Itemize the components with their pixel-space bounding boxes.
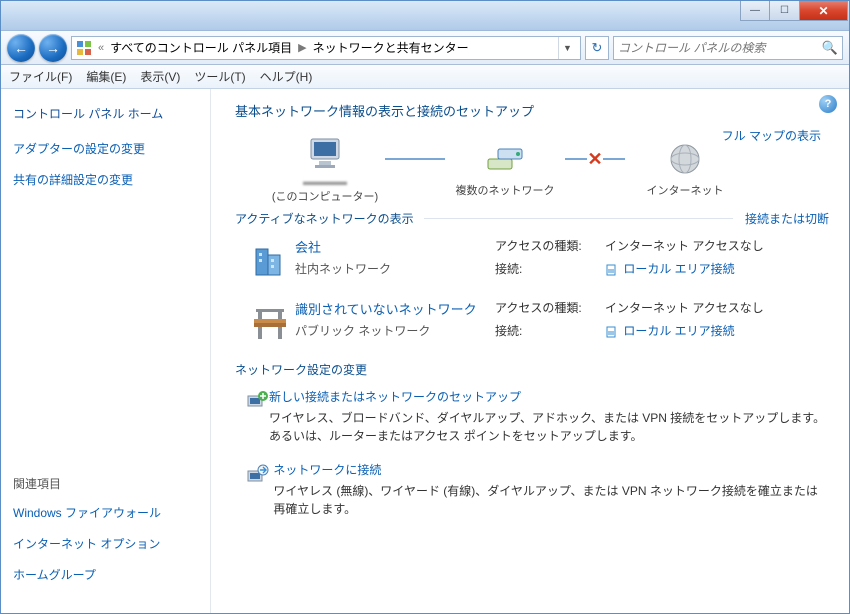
computer-icon	[304, 134, 346, 172]
netmap-node-networks[interactable]: 複数のネットワーク	[445, 140, 565, 198]
netmap-networks-label: 複数のネットワーク	[456, 182, 555, 198]
sidebar-link-firewall[interactable]: Windows ファイアウォール	[13, 504, 198, 521]
sidebar-link-homegroup[interactable]: ホームグループ	[13, 566, 198, 583]
active-networks-heading: アクティブなネットワークの表示 接続または切断	[235, 210, 829, 227]
task-new-connection-link[interactable]: 新しい接続またはネットワークのセットアップ	[269, 388, 829, 405]
menu-bar: ファイル(F) 編集(E) 表示(V) ツール(T) ヘルプ(H)	[1, 65, 849, 89]
breadcrumb-item-1[interactable]: すべてのコントロール パネル項目	[110, 39, 292, 56]
net2-conn-link[interactable]: ローカル エリア接続	[623, 324, 734, 338]
ethernet-icon	[605, 325, 617, 339]
breadcrumb-item-2[interactable]: ネットワークと共有センター	[313, 39, 469, 56]
menu-edit[interactable]: 編集(E)	[86, 68, 126, 85]
net1-access-value: インターネット アクセスなし	[605, 237, 764, 254]
task-new-connection: 新しい接続またはネットワークのセットアップ ワイヤレス、ブロードバンド、ダイヤル…	[245, 388, 829, 445]
sidebar-link-internet-options[interactable]: インターネット オプション	[13, 535, 198, 552]
window-titlebar: — ☐ ✕	[1, 1, 849, 31]
menu-file[interactable]: ファイル(F)	[9, 68, 72, 85]
maximize-button[interactable]: ☐	[770, 1, 800, 21]
menu-help[interactable]: ヘルプ(H)	[260, 68, 313, 85]
netmap-internet-label: インターネット	[647, 182, 724, 198]
search-icon[interactable]: 🔍	[822, 40, 838, 56]
task-connect-link[interactable]: ネットワークに接続	[273, 461, 829, 478]
active-networks-label: アクティブなネットワークの表示	[235, 210, 414, 227]
networks-icon	[484, 140, 526, 178]
menu-view[interactable]: 表示(V)	[140, 68, 180, 85]
net2-access-value: インターネット アクセスなし	[605, 299, 764, 316]
help-icon[interactable]: ?	[819, 95, 837, 113]
task-new-connection-desc: ワイヤレス、ブロードバンド、ダイヤルアップ、アドホック、または VPN 接続をセ…	[269, 409, 829, 445]
netmap-connector-broken: ✕	[565, 158, 625, 160]
net1-conn-link[interactable]: ローカル エリア接続	[623, 262, 734, 276]
task-connect: ネットワークに接続 ワイヤレス (無線)、ワイヤード (有線)、ダイヤルアップ、…	[245, 461, 829, 518]
netmap-node-computer[interactable]: ▬▬▬▬ (このコンピューター)	[265, 134, 385, 204]
breadcrumb-sep-icon[interactable]: ▶	[296, 41, 308, 54]
sidebar-home[interactable]: コントロール パネル ホーム	[13, 105, 198, 122]
breadcrumb[interactable]: « すべてのコントロール パネル項目 ▶ ネットワークと共有センター ▼	[71, 36, 581, 60]
task-connect-desc: ワイヤレス (無線)、ワイヤード (有線)、ダイヤルアップ、または VPN ネッ…	[273, 482, 829, 518]
network-card-company: 会社 社内ネットワーク アクセスの種類: インターネット アクセスなし 接続: …	[245, 237, 829, 283]
network-map: ▬▬▬▬ (このコンピューター) 複数のネットワーク ✕ インターネット	[265, 134, 829, 204]
net1-access-key: アクセスの種類:	[495, 237, 605, 254]
content-pane: ? 基本ネットワーク情報の表示と接続のセットアップ フル マップの表示 ▬▬▬▬…	[211, 89, 849, 613]
netmap-node-internet[interactable]: インターネット	[625, 140, 745, 198]
menu-tools[interactable]: ツール(T)	[194, 68, 245, 85]
network-settings-heading: ネットワーク設定の変更	[235, 361, 829, 378]
sidebar: コントロール パネル ホーム アダプターの設定の変更 共有の詳細設定の変更 関連…	[1, 89, 211, 613]
disconnect-x-icon: ✕	[587, 149, 602, 170]
back-button[interactable]: ←	[7, 34, 35, 62]
network-card-unidentified: 識別されていないネットワーク パブリック ネットワーク アクセスの種類: インタ…	[245, 299, 829, 345]
net1-subtitle: 社内ネットワーク	[295, 260, 495, 277]
control-panel-icon	[76, 40, 92, 56]
netmap-computer-sub: (このコンピューター)	[272, 188, 378, 204]
search-box[interactable]: 🔍	[613, 36, 843, 60]
sidebar-link-sharing-settings[interactable]: 共有の詳細設定の変更	[13, 171, 198, 188]
connect-disconnect-link[interactable]: 接続または切断	[745, 210, 829, 227]
full-map-link[interactable]: フル マップの表示	[722, 127, 821, 144]
breadcrumb-prefix: «	[96, 42, 106, 54]
forward-button[interactable]: →	[39, 34, 67, 62]
page-heading: 基本ネットワーク情報の表示と接続のセットアップ	[235, 101, 829, 120]
minimize-button[interactable]: —	[740, 1, 770, 21]
sidebar-link-adapter-settings[interactable]: アダプターの設定の変更	[13, 140, 198, 157]
net1-title-link[interactable]: 会社	[295, 237, 495, 256]
ethernet-icon	[605, 263, 617, 277]
close-button[interactable]: ✕	[800, 1, 848, 21]
sidebar-related-title: 関連項目	[13, 475, 198, 492]
netmap-computer-name: ▬▬▬▬	[303, 176, 347, 188]
public-network-icon	[245, 299, 295, 345]
refresh-button[interactable]: ↻	[585, 36, 609, 60]
net2-title-link[interactable]: 識別されていないネットワーク	[295, 299, 495, 318]
net2-subtitle: パブリック ネットワーク	[295, 322, 495, 339]
netmap-connector-1	[385, 158, 445, 160]
main-area: コントロール パネル ホーム アダプターの設定の変更 共有の詳細設定の変更 関連…	[1, 89, 849, 613]
address-bar: ← → « すべてのコントロール パネル項目 ▶ ネットワークと共有センター ▼…	[1, 31, 849, 65]
net2-access-key: アクセスの種類:	[495, 299, 605, 316]
new-connection-icon	[245, 388, 269, 445]
breadcrumb-dropdown-icon[interactable]: ▼	[558, 37, 576, 59]
internet-icon	[664, 140, 706, 178]
net2-conn-key: 接続:	[495, 322, 605, 339]
connect-icon	[245, 461, 273, 518]
net1-conn-key: 接続:	[495, 260, 605, 277]
company-network-icon	[245, 237, 295, 283]
search-input[interactable]	[618, 41, 822, 55]
